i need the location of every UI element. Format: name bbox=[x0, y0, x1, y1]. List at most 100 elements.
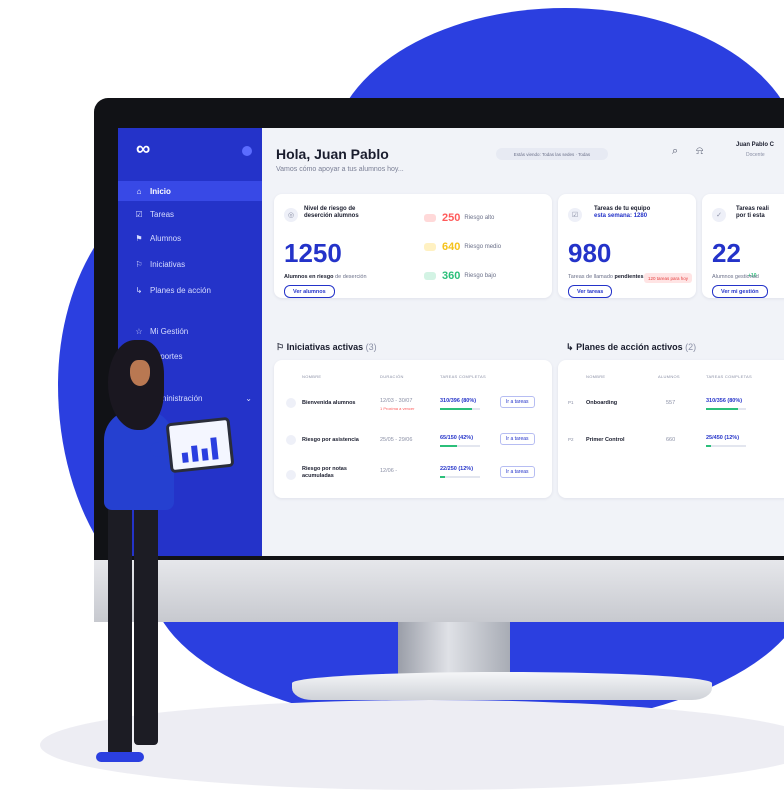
progress-bar bbox=[440, 476, 480, 478]
plan-tag: P1 bbox=[568, 400, 574, 405]
sidebar-item-mi-gestion[interactable]: ☆ Mi Gestión bbox=[118, 321, 262, 341]
sidebar-item-planes[interactable]: ↳ Planes de acción bbox=[118, 280, 262, 300]
kpi-value: 1250 bbox=[284, 238, 342, 268]
progress-bar bbox=[706, 408, 746, 410]
column-header: ALUMNOS bbox=[658, 374, 680, 379]
go-to-tasks-button[interactable]: Ir a tareas bbox=[500, 396, 535, 408]
sidebar-item-label: Iniciativas bbox=[150, 259, 186, 269]
risk-level-high: 250 Riesgo alto bbox=[424, 212, 494, 224]
column-header: TAREAS COMPLETAS bbox=[440, 374, 486, 379]
sidebar-item-tareas[interactable]: ☑ Tareas bbox=[118, 204, 262, 224]
action-plan-icon: ↳ bbox=[566, 342, 574, 352]
initiatives-title-text: Iniciativas activas bbox=[286, 342, 364, 352]
kpi-caption: Tareas de llamado pendientes bbox=[568, 274, 644, 280]
kpi-title: Nivel de riesgo de deserción alumnos bbox=[304, 206, 359, 220]
tablet-chart-icon bbox=[165, 416, 235, 474]
column-header: NOMBRE bbox=[586, 374, 606, 379]
risk-value: 640 bbox=[442, 241, 461, 253]
kpi-caption-bold: pendientes bbox=[614, 274, 644, 280]
risk-level-low: 360 Riesgo bajo bbox=[424, 270, 496, 282]
kpi-title: Tareas reali por ti esta bbox=[736, 206, 769, 220]
action-plan-icon: ↳ bbox=[135, 285, 143, 295]
logo-icon: ∞ bbox=[136, 138, 150, 160]
plan-students: 557 bbox=[666, 400, 676, 406]
initiative-tasks: 22/250 (12%) bbox=[440, 466, 474, 472]
chevron-down-icon: ⌄ bbox=[245, 393, 252, 403]
monitor-chin bbox=[94, 560, 784, 622]
initiative-icon bbox=[286, 435, 296, 445]
plans-title-text: Planes de acción activos bbox=[576, 342, 683, 352]
column-header: DURACIÓN bbox=[380, 374, 404, 379]
page-subtitle: Vamos cómo apoyar a tus alumnos hoy... bbox=[276, 166, 404, 173]
kpi-title-line: deserción alumnos bbox=[304, 213, 359, 219]
kpi-my-tasks-card: ✓ Tareas reali por ti esta 22 +10 Alumno… bbox=[702, 194, 784, 298]
view-students-button[interactable]: Ver alumnos bbox=[284, 285, 335, 298]
risk-high-icon bbox=[424, 214, 436, 222]
initiatives-table: NOMBRE DURACIÓN TAREAS COMPLETAS Bienven… bbox=[274, 360, 552, 498]
go-to-tasks-button[interactable]: Ir a tareas bbox=[500, 433, 535, 445]
bell-icon[interactable]: ⍾ bbox=[696, 145, 703, 158]
column-header: NOMBRE bbox=[302, 374, 322, 379]
risk-level-medium: 640 Riesgo medio bbox=[424, 241, 501, 253]
sidebar-item-label: Alumnos bbox=[150, 233, 182, 243]
kpi-caption: Alumnos en riesgo de deserción bbox=[284, 274, 367, 280]
person-face bbox=[130, 360, 150, 386]
search-icon[interactable]: ⌕ bbox=[672, 145, 678, 158]
tasks-icon: ☑ bbox=[135, 209, 143, 219]
view-tasks-button[interactable]: Ver tareas bbox=[568, 285, 613, 298]
view-my-management-button[interactable]: Ver mi gestión bbox=[712, 285, 768, 298]
initiative-name: Bienvenida alumnos bbox=[302, 400, 356, 406]
sidebar-item-label: Tareas bbox=[150, 209, 175, 219]
plan-tasks: 310/356 (80%) bbox=[706, 398, 743, 404]
risk-label: Riesgo bajo bbox=[464, 273, 497, 279]
risk-value: 250 bbox=[442, 212, 461, 224]
progress-bar bbox=[706, 445, 746, 447]
sidebar-item-inicio[interactable]: ⌂ Inicio bbox=[118, 181, 262, 201]
risk-low-icon bbox=[424, 272, 436, 280]
user-name[interactable]: Juan Pablo C bbox=[736, 142, 774, 148]
column-header: TAREAS COMPLETAS bbox=[706, 374, 752, 379]
kpi-value: 980 bbox=[568, 238, 612, 268]
risk-icon: ◎ bbox=[284, 208, 298, 222]
kpi-value: 22 bbox=[712, 238, 741, 268]
kpi-risk-card: ◎ Nivel de riesgo de deserción alumnos 1… bbox=[274, 194, 552, 298]
initiatives-count: (3) bbox=[365, 342, 377, 352]
progress-bar bbox=[440, 445, 480, 447]
initiative-tasks: 65/150 (42%) bbox=[440, 435, 474, 441]
kpi-tasks-card: ☑ Tareas de tu equipo esta semana: 1280 … bbox=[558, 194, 696, 298]
star-icon: ☆ bbox=[135, 326, 143, 336]
check-icon: ✓ bbox=[712, 208, 726, 222]
kpi-title-line: Tareas reali bbox=[736, 206, 769, 212]
kpi-title-line: esta semana: 1280 bbox=[594, 213, 648, 219]
tasks-icon: ☑ bbox=[568, 208, 582, 222]
initiatives-title: ⚐ Iniciativas activas (3) bbox=[276, 342, 377, 353]
risk-value: 360 bbox=[442, 270, 461, 282]
plan-tasks: 25/450 (12%) bbox=[706, 435, 740, 441]
collapse-sidebar-icon[interactable] bbox=[242, 146, 252, 156]
initiative-icon bbox=[286, 470, 296, 480]
sidebar-item-label: Planes de acción bbox=[150, 285, 211, 295]
students-icon: ⚑ bbox=[135, 233, 143, 243]
initiative-name: Riesgo por notas acumuladas bbox=[302, 466, 347, 479]
plans-title: ↳ Planes de acción activos (2) bbox=[566, 342, 696, 353]
person-shoe bbox=[96, 752, 144, 762]
initiative-name: Riesgo por asistencia bbox=[302, 437, 359, 443]
kpi-caption-rest: Tareas de llamado bbox=[568, 274, 615, 280]
plans-table: NOMBRE ALUMNOS TAREAS COMPLETAS P1 Onboa… bbox=[558, 360, 784, 498]
plan-students: 660 bbox=[666, 437, 676, 443]
monitor-base bbox=[292, 672, 712, 700]
initiative-duration: 12/06 - bbox=[380, 468, 398, 474]
flag-icon: ⚐ bbox=[135, 259, 143, 269]
kpi-title-line: por ti esta bbox=[736, 213, 765, 219]
risk-medium-icon bbox=[424, 243, 436, 251]
person-leg bbox=[134, 505, 158, 745]
home-icon: ⌂ bbox=[136, 186, 142, 196]
kpi-title-line: Tareas de tu equipo bbox=[594, 206, 651, 212]
filter-pill[interactable]: Estás viendo: Todas las sedes · Todas bbox=[496, 148, 608, 160]
sidebar-item-iniciativas[interactable]: ⚐ Iniciativas bbox=[118, 254, 262, 274]
tasks-today-badge: 120 tareas para hoy bbox=[644, 273, 693, 283]
kpi-title-line: Nivel de riesgo de bbox=[304, 206, 356, 212]
kpi-caption: Alumnos gestionad bbox=[712, 274, 759, 280]
go-to-tasks-button[interactable]: Ir a tareas bbox=[500, 466, 535, 478]
sidebar-item-alumnos[interactable]: ⚑ Alumnos bbox=[118, 228, 262, 248]
